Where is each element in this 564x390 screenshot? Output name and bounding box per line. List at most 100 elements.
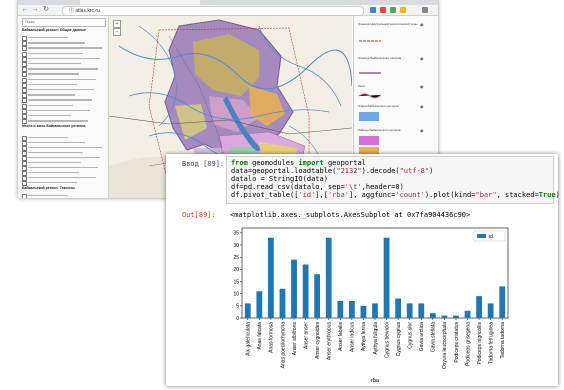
layer-item[interactable] [22,119,104,125]
layer-checkbox[interactable] [22,119,27,125]
layer-item[interactable] [22,72,104,78]
x-tick-label: Podiceps nigricollis [477,322,483,365]
output-prompt: Out[89]: [182,211,216,219]
layer-item[interactable] [22,114,104,119]
layer-item[interactable] [22,176,104,181]
code-token: '\t' [344,183,362,191]
bar [279,288,286,318]
layer-item[interactable] [22,67,104,73]
x-tick-label: Anser erythropus [327,322,333,361]
menu-icon[interactable] [422,7,428,13]
layer-item[interactable] [22,146,104,151]
code-token: ).plot(kind= [424,191,476,199]
zoom-in-button[interactable]: + [113,20,121,28]
layer-label-placeholder [28,47,102,49]
reload-icon[interactable]: ↻ [42,5,50,15]
zoom-out-button[interactable]: − [113,28,121,36]
visibility-icon[interactable]: ◉ [420,104,424,109]
code-token: df=pd.read_csv(datalo, sep= [231,183,345,191]
x-tick-label: Gavia stellata [431,322,437,353]
code-line: df.pivot_table(['id'],['rba'], aggfunc='… [231,191,560,199]
layer-label-placeholder [28,167,98,169]
layer-label-placeholder [28,78,96,80]
layer-item[interactable] [22,171,104,176]
layer-label-placeholder [28,162,81,164]
layer-item[interactable] [22,136,104,141]
extension-icon[interactable] [400,7,406,13]
code-token: import [298,159,324,167]
layer-item[interactable] [22,88,104,93]
x-tick-label: Podiceps grisegena [465,322,471,366]
legend-symbol [359,40,381,42]
x-tick-label: Anas formosa [269,322,275,353]
layer-item[interactable] [22,151,104,156]
layer-item[interactable] [22,46,104,52]
layer-label-placeholder [28,63,81,65]
layer-item[interactable] [22,166,104,171]
layer-item[interactable] [22,62,104,67]
x-tick-label: Aythya fuligula [373,322,379,355]
code-token: geoportal [323,159,366,167]
code-line: from geomodules import geoportal [231,159,366,167]
extension-icon[interactable] [380,7,386,13]
visibility-icon[interactable]: ◉ [420,128,424,133]
bar [499,286,506,318]
forward-icon[interactable]: → [31,5,39,15]
code-cell[interactable]: from geomodules import geoportal data=ge… [226,156,560,204]
layer-checkbox[interactable] [22,181,27,186]
layer-item[interactable] [22,93,104,99]
code-token: "bar" [475,191,497,199]
y-tick-label: 15 [233,279,239,285]
visibility-icon[interactable]: ◉ [420,22,424,27]
address-bar[interactable]: ⓘ atlas.krc.ru [62,6,364,16]
layer-label-placeholder [28,137,68,139]
layer-item[interactable] [22,56,104,62]
layer-item[interactable] [22,77,104,83]
code-line: data=geoportal.loadtable("2132").decode(… [231,167,433,175]
x-tick-label: Anser indicus [350,322,356,353]
code-token: ) [429,167,434,175]
x-tick-label: Anser albifrons [292,322,298,356]
layer-label-placeholder [28,99,92,101]
layer-item[interactable] [22,141,104,146]
legend-item: Реки [358,84,365,88]
layer-label-placeholder [28,68,98,70]
layer-checkbox[interactable] [22,194,27,198]
layer-item[interactable] [22,98,104,104]
layer-item[interactable] [22,181,104,186]
extension-icon[interactable] [370,7,376,13]
layer-label-placeholder [28,147,102,149]
bar [476,296,482,318]
code-token: df.pivot_table([ [231,191,299,199]
layer-item[interactable] [22,36,104,41]
bar [395,298,402,318]
legend-item: Граница Байкальского региона [358,56,402,60]
visibility-icon[interactable]: ◉ [420,84,424,89]
bar [325,237,332,318]
layer-label-placeholder [28,120,88,122]
layer-item[interactable] [22,194,104,198]
layer-search-input[interactable]: Поиск [22,18,106,27]
layer-item[interactable] [22,41,104,47]
layer-item[interactable] [22,156,104,161]
code-token: 'rba' [327,191,350,199]
layer-label-placeholder [28,52,83,54]
code-token: "2132" [336,167,362,175]
visibility-icon[interactable]: ◉ [420,56,424,61]
x-tick-label: Anser anser [303,322,309,349]
layer-item[interactable] [22,161,104,166]
layer-item[interactable] [22,82,104,88]
layer-item[interactable] [22,103,104,109]
notebook-panel: Ввод [89]: from geomodules import geopor… [166,154,560,386]
code-token: , stacked= [496,191,539,199]
layer-label-placeholder [28,182,77,184]
layer-item[interactable] [22,108,104,114]
bar [348,300,355,318]
back-icon[interactable]: ← [21,5,29,15]
layer-item[interactable] [22,51,104,57]
y-tick-label: 5 [236,304,239,310]
code-token: ) [555,191,560,199]
x-tick-label: Cygnus olor [407,322,413,349]
extension-icon[interactable] [390,7,396,13]
input-prompt: Ввод [89]: [182,160,225,168]
